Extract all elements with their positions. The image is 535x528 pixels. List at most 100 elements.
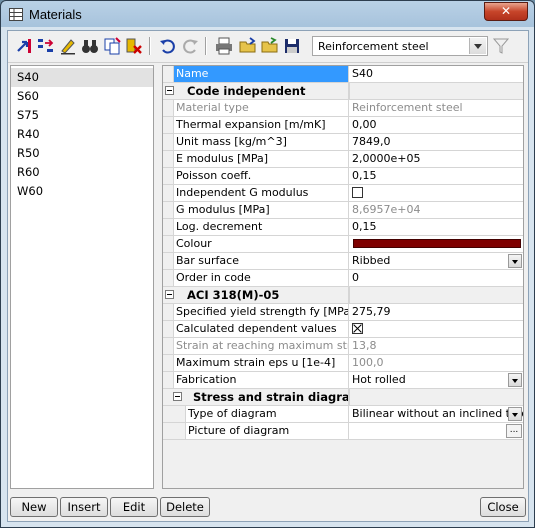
section-spacer: [349, 287, 523, 303]
prop-value-thermal[interactable]: 0,00: [349, 117, 523, 133]
prop-label: Colour: [173, 236, 349, 252]
prop-label: Log. decrement: [173, 219, 349, 235]
prop-row-log-decrement[interactable]: Log. decrement 0,15: [163, 219, 523, 236]
prop-value-material-type: Reinforcement steel: [349, 100, 523, 116]
collapse-icon[interactable]: [173, 392, 182, 401]
prop-row-material-type[interactable]: Material type Reinforcement steel: [163, 100, 523, 117]
prop-value-diagram-type[interactable]: Bilinear without an inclined top bra: [349, 406, 523, 422]
binoculars-icon[interactable]: [80, 36, 100, 56]
prop-value-colour[interactable]: [349, 236, 523, 252]
prop-value-order[interactable]: 0: [349, 270, 523, 286]
prop-row-max-strain[interactable]: Maximum strain eps u [1e-4] 100,0: [163, 355, 523, 372]
prop-label: Maximum strain eps u [1e-4]: [173, 355, 349, 371]
prop-row-unit-mass[interactable]: Unit mass [kg/m^3] 7849,0: [163, 134, 523, 151]
print-icon[interactable]: [214, 36, 234, 56]
list-item[interactable]: S75: [11, 106, 153, 125]
calculated-dependent-checkbox[interactable]: [352, 322, 363, 334]
list-item[interactable]: S40: [11, 68, 153, 87]
material-type-select[interactable]: Reinforcement steel: [312, 36, 488, 56]
list-item[interactable]: R50: [11, 144, 153, 163]
collapse-icon[interactable]: [165, 86, 174, 95]
prop-row-independent-g[interactable]: Independent G modulus: [163, 185, 523, 202]
chevron-down-icon[interactable]: [469, 38, 486, 54]
close-button[interactable]: Close: [480, 497, 526, 517]
prop-row-fabrication[interactable]: Fabrication Hot rolled: [163, 372, 523, 389]
import-icon[interactable]: [14, 36, 34, 56]
prop-label: Specified yield strength fy [MPa]: [173, 304, 349, 320]
edit-button[interactable]: Edit: [110, 497, 158, 517]
prop-value-calculated-dependent[interactable]: [349, 321, 523, 337]
prop-row-fy[interactable]: Specified yield strength fy [MPa] 275,79: [163, 304, 523, 321]
list-item[interactable]: S60: [11, 87, 153, 106]
new-button[interactable]: New: [10, 497, 58, 517]
section-header-stress-strain[interactable]: Stress and strain diagram: [163, 389, 523, 406]
prop-row-colour[interactable]: Colour: [163, 236, 523, 253]
list-item[interactable]: W60: [11, 182, 153, 201]
prop-value-fabrication[interactable]: Hot rolled: [349, 372, 523, 388]
window-close-button[interactable]: ✕: [484, 2, 528, 21]
section-spacer: [349, 83, 523, 99]
prop-row-order[interactable]: Order in code 0: [163, 270, 523, 287]
prop-value-g-modulus: 8,6957e+04: [349, 202, 523, 218]
delete-icon[interactable]: [124, 36, 144, 56]
delete-button[interactable]: Delete: [160, 497, 210, 517]
prop-label: Thermal expansion [m/mK]: [173, 117, 349, 133]
prop-label: E modulus [MPa]: [173, 151, 349, 167]
chevron-down-icon[interactable]: [508, 373, 522, 387]
prop-value-log-decrement[interactable]: 0,15: [349, 219, 523, 235]
close-icon: ✕: [500, 4, 512, 18]
section-title: ACI 318(M)-05: [185, 287, 349, 303]
prop-value-diagram-picture[interactable]: ...: [349, 423, 523, 439]
prop-row-calculated-dependent[interactable]: Calculated dependent values: [163, 321, 523, 338]
section-header-code-independent[interactable]: Code independent: [163, 83, 523, 100]
prop-value-max-strain: 100,0: [349, 355, 523, 371]
chevron-down-icon[interactable]: [508, 407, 522, 421]
transfer-icon[interactable]: [36, 36, 56, 56]
filter-icon[interactable]: [492, 36, 510, 56]
prop-row-bar-surface[interactable]: Bar surface Ribbed: [163, 253, 523, 270]
prop-row-thermal[interactable]: Thermal expansion [m/mK] 0,00: [163, 117, 523, 134]
redo-icon[interactable]: [180, 36, 200, 56]
prop-label: Material type: [173, 100, 349, 116]
materials-list[interactable]: S40 S60 S75 R40 R50 R60 W60: [10, 65, 154, 489]
prop-value-unit-mass[interactable]: 7849,0: [349, 134, 523, 150]
section-header-aci[interactable]: ACI 318(M)-05: [163, 287, 523, 304]
client-area: Reinforcement steel S40 S60 S75 R40 R50 …: [7, 30, 529, 522]
app-grid-icon: [9, 8, 23, 21]
list-item[interactable]: R40: [11, 125, 153, 144]
list-item[interactable]: R60: [11, 163, 153, 182]
prop-value-independent-g[interactable]: [349, 185, 523, 201]
undo-icon[interactable]: [158, 36, 178, 56]
prop-row-e-modulus[interactable]: E modulus [MPa] 2,0000e+05: [163, 151, 523, 168]
prop-label: Independent G modulus: [173, 185, 349, 201]
prop-label: Fabrication: [173, 372, 349, 388]
copy-icon[interactable]: [102, 36, 122, 56]
open-folder2-icon[interactable]: [260, 36, 280, 56]
prop-row-g-modulus[interactable]: G modulus [MPa] 8,6957e+04: [163, 202, 523, 219]
prop-value-fy[interactable]: 275,79: [349, 304, 523, 320]
save-icon[interactable]: [282, 36, 302, 56]
prop-row-name[interactable]: Name S40: [163, 66, 523, 83]
prop-label: Poisson coeff.: [173, 168, 349, 184]
prop-value-name[interactable]: S40: [349, 66, 523, 82]
chevron-down-icon[interactable]: [508, 254, 522, 268]
title-bar[interactable]: Materials ✕: [1, 1, 534, 29]
independent-g-checkbox[interactable]: [352, 186, 363, 198]
collapse-icon[interactable]: [165, 290, 174, 299]
browse-button[interactable]: ...: [506, 424, 522, 438]
prop-label: Strain at reaching maximum streng...: [173, 338, 349, 354]
window-title: Materials: [29, 7, 82, 22]
prop-label: G modulus [MPa]: [173, 202, 349, 218]
prop-value-e-modulus[interactable]: 2,0000e+05: [349, 151, 523, 167]
prop-row-strain-max[interactable]: Strain at reaching maximum streng... 13,…: [163, 338, 523, 355]
open-folder-icon[interactable]: [238, 36, 258, 56]
prop-label: Bar surface: [173, 253, 349, 269]
prop-row-poisson[interactable]: Poisson coeff. 0,15: [163, 168, 523, 185]
edit-pencil-icon[interactable]: [58, 36, 78, 56]
prop-row-diagram-picture[interactable]: Picture of diagram ...: [163, 423, 523, 440]
prop-value-poisson[interactable]: 0,15: [349, 168, 523, 184]
prop-row-diagram-type[interactable]: Type of diagram Bilinear without an incl…: [163, 406, 523, 423]
colour-swatch[interactable]: [353, 239, 521, 248]
insert-button[interactable]: Insert: [60, 497, 108, 517]
prop-value-bar-surface[interactable]: Ribbed: [349, 253, 523, 269]
